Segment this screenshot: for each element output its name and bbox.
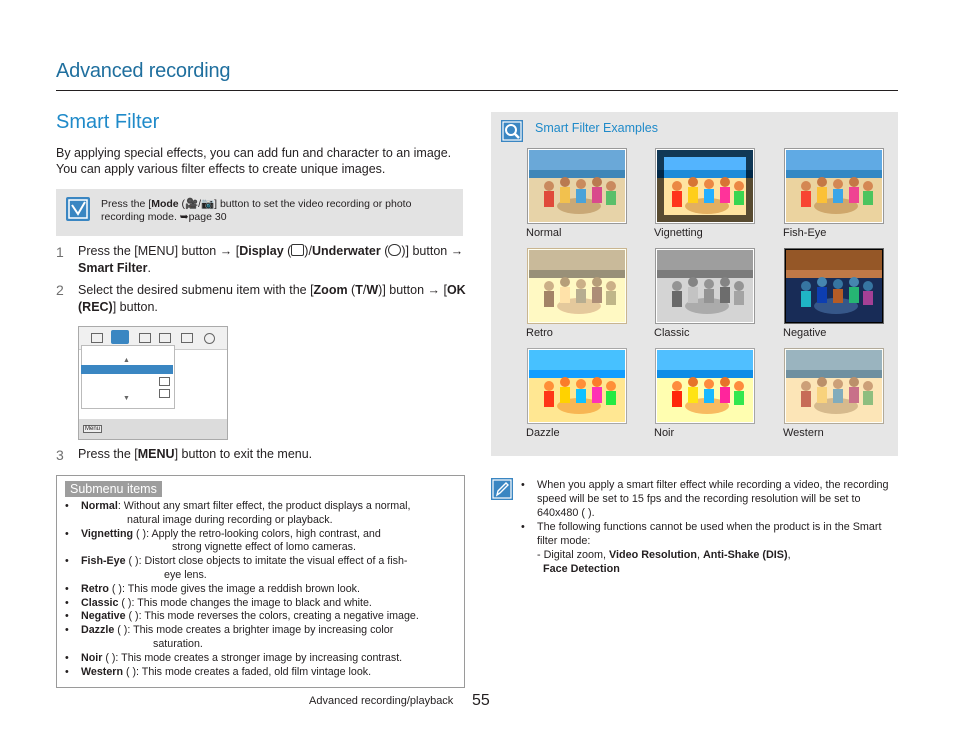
filter-icon	[159, 389, 170, 398]
filter-example-label: Dazzle	[526, 427, 560, 439]
filter-icon	[159, 377, 170, 386]
list-item: Retro ( ): This mode gives the image a r…	[65, 583, 457, 597]
magnifier-icon	[501, 120, 523, 142]
step-number: 1	[56, 244, 64, 260]
camera-icon: 📷	[201, 198, 215, 210]
pencil-note-icon	[491, 478, 513, 500]
filter-example-label: Negative	[783, 327, 827, 339]
display-icon	[291, 244, 305, 256]
scroll-up-icon: ▲	[123, 357, 130, 364]
list-item: Negative ( ): This mode reverses the col…	[65, 610, 457, 624]
filter-example-label: Vignetting	[654, 227, 703, 239]
list-item: Normal: Without any smart filter effect,…	[65, 500, 457, 528]
underwater-icon	[388, 244, 402, 256]
smart-filter-tab-icon	[111, 330, 129, 344]
note-text: Press the [Mode (🎥/📷] button to set the …	[101, 198, 412, 223]
step-text: Press the [MENU] button → [Display ()/Un…	[78, 244, 464, 275]
filter-example-label: Noir	[654, 427, 675, 439]
step-text: Select the desired submenu item with the…	[78, 283, 466, 314]
list-item: Western ( ): This mode creates a faded, …	[65, 666, 457, 680]
settings-icon	[204, 333, 215, 344]
filter-example-label: Retro	[526, 327, 553, 339]
section-divider	[56, 90, 898, 91]
intro-text: By applying special effects, you can add…	[56, 146, 452, 176]
note-item: When you apply a smart filter effect whi…	[521, 478, 896, 520]
filter-example-image	[785, 149, 883, 223]
filter-example-image	[528, 349, 626, 423]
footer-text: Advanced recording/playback	[309, 695, 454, 707]
list-item: Classic ( ): This mode changes the image…	[65, 597, 457, 611]
list-item: Noir ( ): This mode creates a stronger i…	[65, 652, 457, 666]
step-number: 3	[56, 447, 64, 463]
list-item: Fish-Eye ( ): Distort close objects to i…	[65, 555, 457, 583]
examples-title: Smart Filter Examples	[535, 121, 658, 135]
step-text: Press the [MENU] button to exit the menu…	[78, 447, 313, 461]
menu-tab-icon	[139, 333, 151, 343]
scroll-down-icon: ▼	[123, 395, 130, 402]
filter-example-image	[656, 249, 754, 323]
camcorder-icon: 🎥	[185, 198, 199, 210]
list-item: Dazzle ( ): This mode creates a brighter…	[65, 624, 457, 652]
list-item: Vignetting ( ): Apply the retro-looking …	[65, 528, 457, 556]
menu-screenshot: ▲ ▼ Menu	[78, 326, 228, 440]
menu-tab-icon	[181, 333, 193, 343]
filter-example-image	[785, 249, 883, 323]
menu-tab-icon	[91, 333, 103, 343]
selected-row	[81, 365, 173, 374]
submenu-heading: Submenu items	[65, 481, 162, 497]
filter-example-image	[528, 249, 626, 323]
filter-example-image	[656, 349, 754, 423]
menu-button: Menu	[83, 425, 103, 433]
filter-example-label: Fish-Eye	[783, 227, 827, 239]
menu-tab-icon	[159, 333, 171, 343]
filter-example-label: Classic	[654, 327, 690, 339]
page-number: 55	[472, 692, 490, 709]
step-number: 2	[56, 282, 64, 298]
checkmark-icon	[66, 197, 90, 221]
section-title: Advanced recording	[56, 60, 231, 82]
submenu-list: Normal: Without any smart filter effect,…	[65, 500, 457, 679]
filter-example-image	[528, 149, 626, 223]
note-item: The following functions cannot be used w…	[521, 520, 896, 576]
filter-example-label: Normal	[526, 227, 562, 239]
filter-example-image	[785, 349, 883, 423]
filter-example-image	[656, 149, 754, 223]
filter-example-label: Western	[783, 427, 824, 439]
page-title: Smart Filter	[56, 111, 160, 133]
